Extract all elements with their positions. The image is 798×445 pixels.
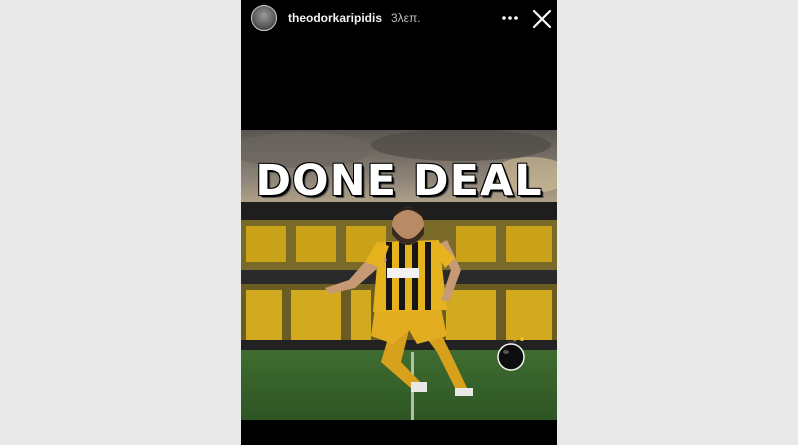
story-image: DONE DEAL xyxy=(241,130,557,420)
headline-text: DONE DEAL xyxy=(255,156,543,206)
username-link[interactable]: theodorkaripidis xyxy=(288,11,382,25)
post-time: 3λεπ. xyxy=(391,11,421,25)
story-viewer: theodorkaripidis 3λεπ. DONE DEAL xyxy=(241,0,557,445)
bomb-sticker[interactable] xyxy=(496,335,526,371)
story-header: theodorkaripidis 3λεπ. xyxy=(241,0,557,38)
close-icon[interactable] xyxy=(530,7,554,31)
profile-avatar[interactable] xyxy=(251,5,277,31)
more-options-icon[interactable] xyxy=(499,8,521,28)
